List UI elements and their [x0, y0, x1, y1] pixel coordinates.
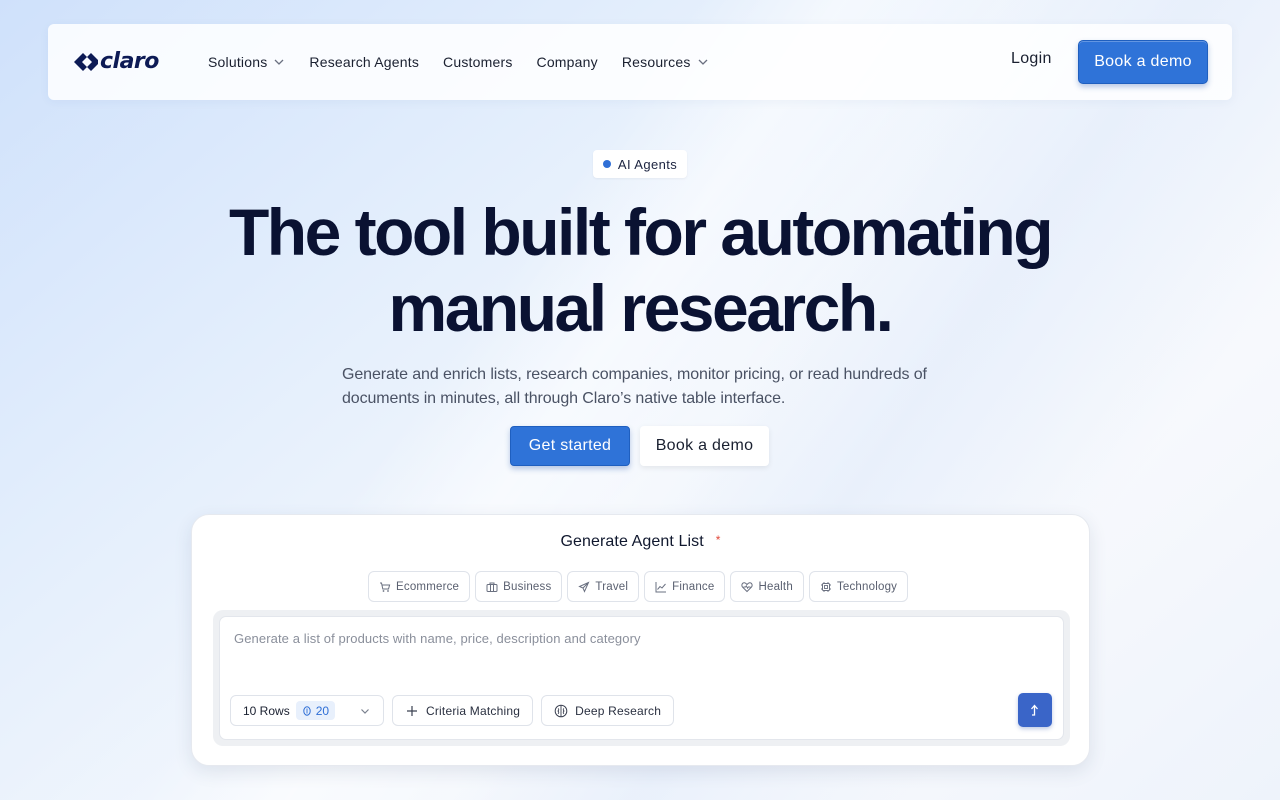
card-title-text: Generate Agent List [560, 533, 704, 550]
chip-business[interactable]: Business [475, 571, 563, 602]
hero-cta-row: Get started Book a demo [510, 426, 769, 466]
ai-agents-badge: AI Agents [593, 150, 687, 178]
chip-label: Health [758, 580, 793, 593]
category-chips: Ecommerce Business Travel Finance Health… [368, 571, 913, 602]
nav-links: Solutions Research Agents Customers Comp… [208, 24, 733, 100]
login-link[interactable]: Login [1011, 50, 1052, 68]
chip-label: Ecommerce [396, 580, 460, 593]
submit-button[interactable] [1018, 693, 1052, 727]
criteria-label: Criteria Matching [426, 703, 521, 718]
chart-icon [655, 581, 667, 592]
nav-item-resources[interactable]: Resources [622, 54, 709, 70]
heart-pulse-icon [741, 581, 754, 592]
nav-item-research-agents[interactable]: Research Agents [309, 54, 419, 70]
nav-item-label: Research Agents [309, 54, 420, 70]
briefcase-icon [486, 582, 498, 592]
chip-label: Business [503, 580, 552, 593]
nav-book-demo-button[interactable]: Book a demo [1078, 40, 1208, 84]
plus-icon [407, 705, 417, 716]
nav-item-label: Customers [443, 54, 513, 70]
chevron-down-icon [361, 709, 369, 714]
claro-logo-icon [74, 53, 98, 71]
badge-dot-icon [602, 160, 611, 168]
deep-research-button[interactable]: Deep Research [541, 695, 675, 726]
nav-item-label: Resources [621, 54, 691, 70]
criteria-matching-button[interactable]: Criteria Matching [392, 695, 534, 726]
deep-research-label: Deep Research [575, 703, 662, 718]
brand-name: claro [100, 49, 159, 74]
chip-ecommerce[interactable]: Ecommerce [368, 571, 471, 602]
required-mark: * [715, 533, 721, 547]
chip-technology[interactable]: Technology [808, 571, 909, 602]
hero-book-demo-button[interactable]: Book a demo [640, 426, 769, 466]
nav-item-label: Company [536, 54, 598, 70]
hero-subtitle: Generate and enrich lists, research comp… [342, 366, 927, 407]
brain-icon [554, 704, 568, 717]
cart-icon [380, 582, 391, 592]
coin-icon [302, 705, 311, 716]
nav-item-customers[interactable]: Customers [443, 54, 512, 70]
get-started-button[interactable]: Get started [510, 426, 630, 466]
credits-value: 20 [315, 703, 330, 718]
send-arrow-icon [1031, 704, 1038, 716]
nav-item-company[interactable]: Company [537, 54, 598, 70]
chip-finance[interactable]: Finance [644, 571, 726, 602]
card-title: Generate Agent List * [192, 533, 1089, 551]
rows-label: 10 Rows [243, 703, 290, 718]
prompt-toolbar: 10 Rows 20 Criteria Matching Deep Resear… [230, 695, 682, 726]
chip-label: Travel [595, 580, 629, 593]
chevron-down-icon [698, 59, 708, 65]
chevron-down-icon [274, 59, 284, 65]
chip-label: Finance [672, 580, 715, 593]
credits-badge: 20 [295, 701, 336, 720]
plane-icon [578, 581, 590, 593]
top-navbar: claro Solutions Research Agents Customer… [48, 24, 1232, 100]
hero-title: The tool built for automating manual res… [228, 195, 1054, 345]
prompt-input[interactable] [234, 631, 934, 646]
chip-icon [820, 581, 831, 592]
prompt-area: 10 Rows 20 Criteria Matching Deep Resear… [213, 610, 1070, 746]
nav-item-solutions[interactable]: Solutions [208, 54, 285, 70]
badge-label: AI Agents [617, 156, 678, 172]
rows-select[interactable]: 10 Rows 20 [230, 695, 384, 726]
nav-item-label: Solutions [208, 54, 268, 70]
chip-travel[interactable]: Travel [567, 571, 640, 602]
prompt-box: 10 Rows 20 Criteria Matching Deep Resear… [219, 616, 1064, 740]
generate-agent-card: Generate Agent List * Ecommerce Business … [191, 514, 1090, 766]
chip-label: Technology [836, 580, 898, 593]
brand-logo[interactable]: claro [72, 48, 159, 76]
chip-health[interactable]: Health [730, 571, 804, 602]
